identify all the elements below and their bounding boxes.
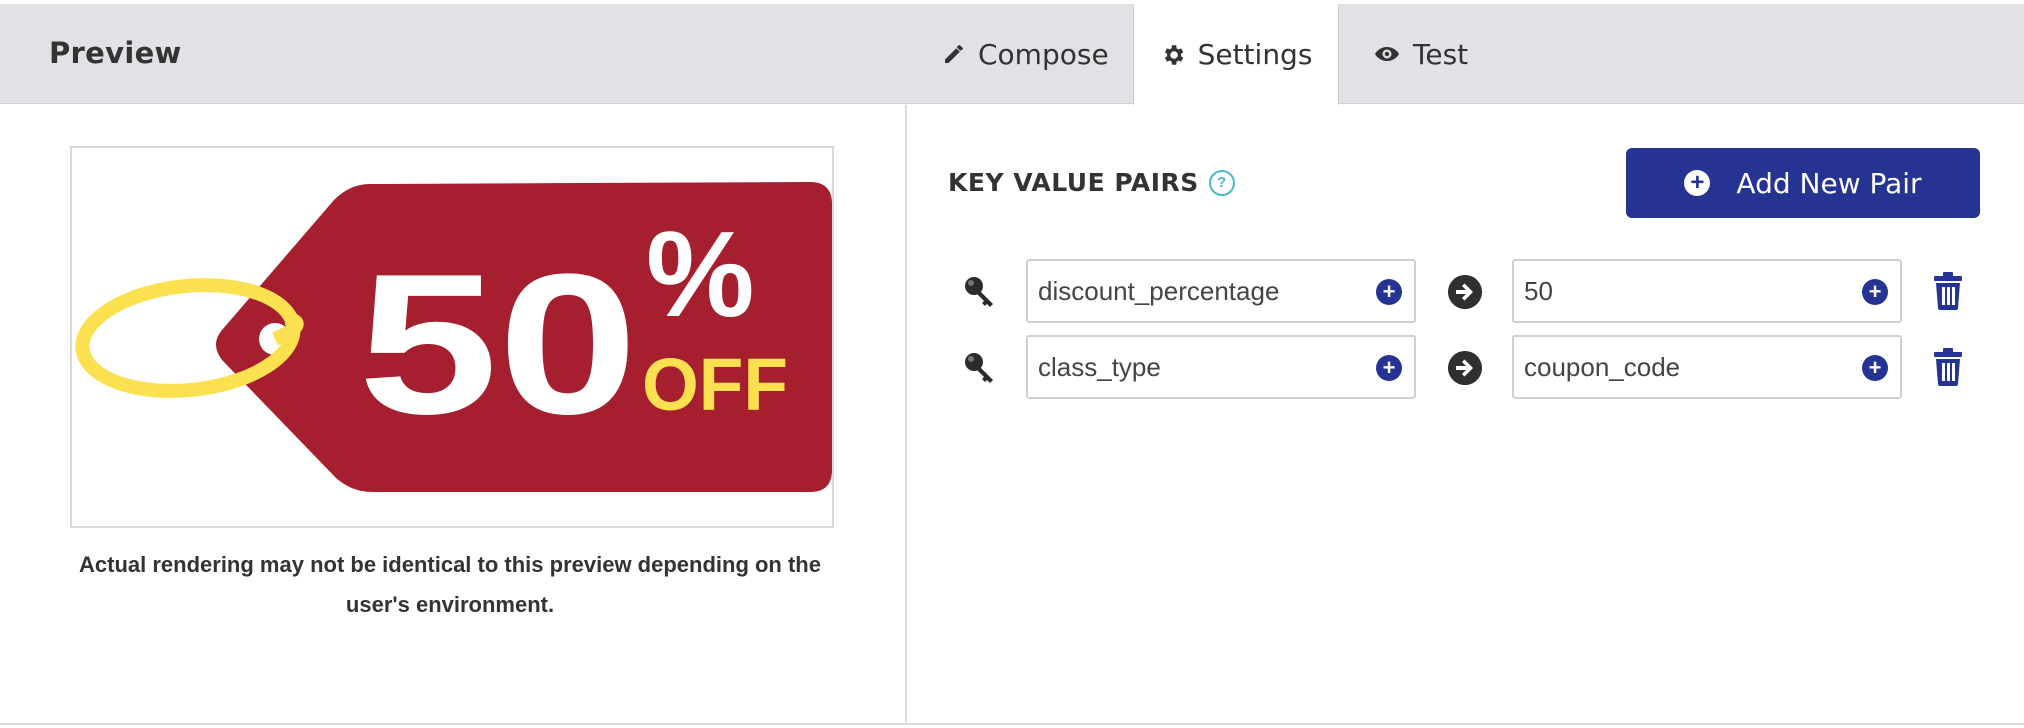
add-new-pair-label: Add New Pair xyxy=(1736,166,1922,200)
tag-off: OFF xyxy=(642,343,788,426)
key-field[interactable]: discount_percentage + xyxy=(1026,259,1416,323)
trash-icon[interactable] xyxy=(1932,272,1964,310)
tab-settings[interactable]: Settings xyxy=(1133,4,1339,105)
kv-pair-row: class_type + coupon_code + xyxy=(948,334,1988,400)
arrow-right-icon xyxy=(1448,351,1482,385)
section-title: KEY VALUE PAIRS xyxy=(948,168,1199,197)
key-value-pairs-heading: KEY VALUE PAIRS ? xyxy=(948,168,1235,197)
app-frame: Preview Compose Settings Test 50 % OFF A… xyxy=(0,4,2024,725)
tab-test[interactable]: Test xyxy=(1373,4,1493,104)
key-icon xyxy=(965,277,993,307)
tag-percent: 50 xyxy=(358,233,638,456)
help-icon[interactable]: ? xyxy=(1208,169,1235,196)
value-text: coupon_code xyxy=(1524,351,1681,382)
key-value-text: class_type xyxy=(1038,351,1161,382)
tab-compose[interactable]: Compose xyxy=(942,4,1134,104)
trash-icon[interactable] xyxy=(1932,348,1964,386)
tab-settings-label: Settings xyxy=(1197,38,1313,71)
pencil-icon xyxy=(942,42,966,66)
value-text: 50 xyxy=(1524,275,1553,306)
insert-variable-icon[interactable]: + xyxy=(1862,279,1888,305)
plus-circle-icon: + xyxy=(1684,170,1711,196)
value-field[interactable]: coupon_code + xyxy=(1512,335,1902,399)
tab-compose-label: Compose xyxy=(978,37,1109,71)
page-title: Preview xyxy=(49,36,182,70)
key-value-text: discount_percentage xyxy=(1038,275,1280,306)
insert-variable-icon[interactable]: + xyxy=(1376,279,1402,305)
tab-test-label: Test xyxy=(1413,37,1469,71)
tag-percent-sign: % xyxy=(646,206,754,342)
arrow-right-icon xyxy=(1448,275,1482,309)
key-icon xyxy=(965,353,993,383)
eye-icon xyxy=(1373,42,1401,66)
insert-variable-icon[interactable]: + xyxy=(1376,355,1402,381)
header-bar: Preview Compose Settings Test xyxy=(0,4,2024,105)
preview-disclaimer: Actual rendering may not be identical to… xyxy=(79,552,821,617)
insert-variable-icon[interactable]: + xyxy=(1862,355,1888,381)
key-field[interactable]: class_type + xyxy=(1026,335,1416,399)
sale-tag-graphic: 50 % OFF xyxy=(75,182,832,492)
preview-image: 50 % OFF xyxy=(70,146,834,528)
value-field[interactable]: 50 + xyxy=(1512,259,1902,323)
gear-icon xyxy=(1160,42,1186,68)
preview-pane: 50 % OFF Actual rendering may not be ide… xyxy=(0,105,907,725)
add-new-pair-button[interactable]: + Add New Pair xyxy=(1626,148,1980,218)
kv-pair-row: discount_percentage + 50 + xyxy=(948,258,1988,324)
